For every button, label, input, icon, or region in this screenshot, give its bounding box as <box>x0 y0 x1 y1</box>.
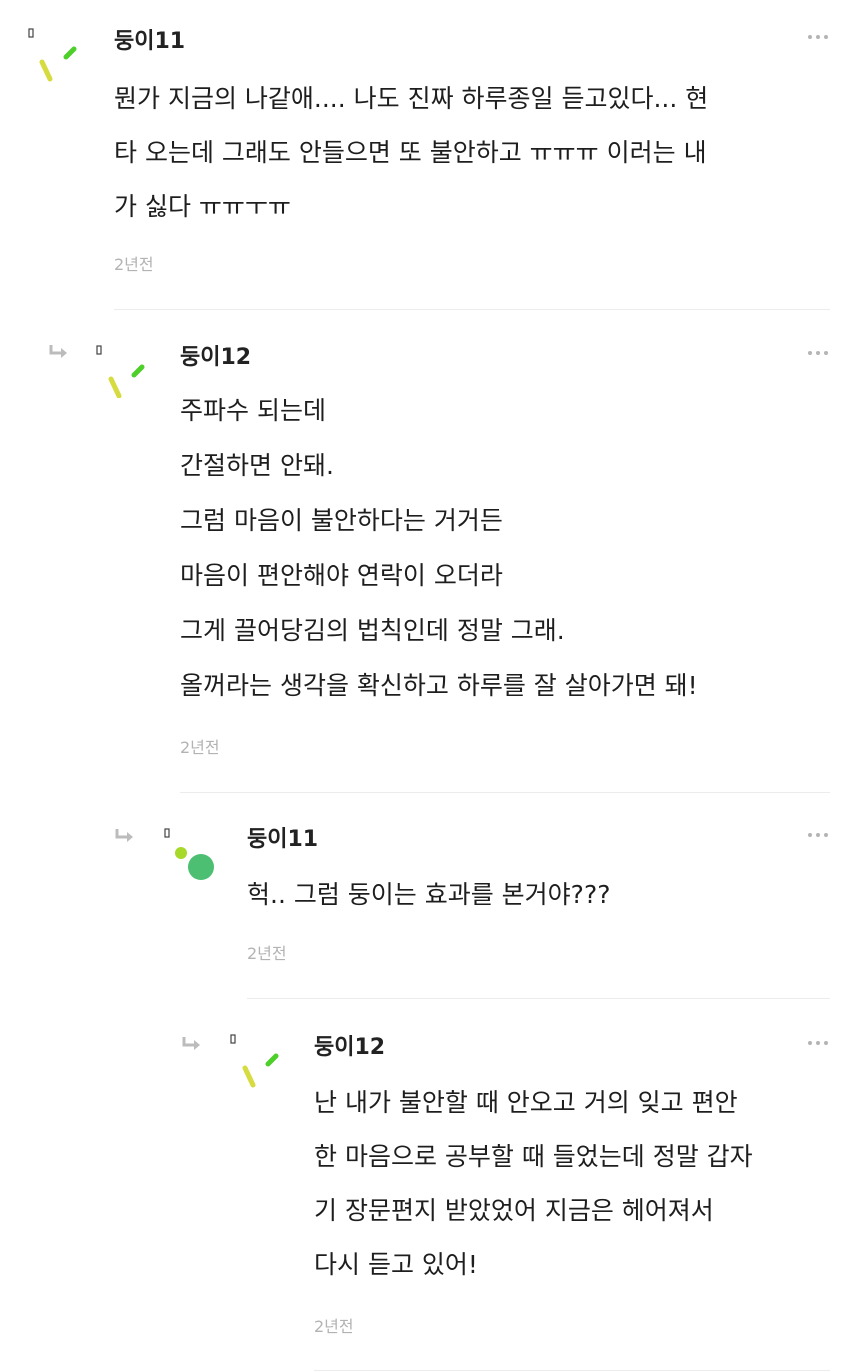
comment-text: 난 내가 불안할 때 안오고 거의 잊고 편안 한 마음으로 공부할 때 들었는… <box>314 1088 753 1279</box>
reply-arrow-icon <box>48 344 70 360</box>
more-options-icon[interactable] <box>808 349 830 357</box>
stick-avatar-icon <box>230 1034 279 1088</box>
comment-text: 뭔가 지금의 나같애.... 나도 진짜 하루종일 듣고있다... 현 타 오는… <box>114 84 709 221</box>
reply-arrow-icon <box>181 1036 203 1052</box>
comment-item: 둥이11 뭔가 지금의 나같애.... 나도 진짜 하루종일 듣고있다... 현… <box>0 0 850 312</box>
more-options-icon[interactable] <box>808 1039 830 1047</box>
comment-timestamp: 2년전 <box>114 255 154 274</box>
comment-text: 헉.. 그럼 둥이는 효과를 본거야??? <box>247 880 611 909</box>
divider <box>314 1370 830 1371</box>
comment-author[interactable]: 둥이11 <box>247 827 318 853</box>
reply-item: 둥이12 난 내가 불안할 때 안오고 거의 잊고 편안 한 마음으로 공부할 … <box>0 1000 850 1372</box>
avatar[interactable] <box>160 826 216 882</box>
comment-timestamp: 2년전 <box>180 738 220 757</box>
comment-author[interactable]: 둥이11 <box>114 29 185 55</box>
comment-author[interactable]: 둥이12 <box>180 345 251 371</box>
comment-timestamp: 2년전 <box>314 1317 354 1336</box>
avatar[interactable] <box>26 26 82 82</box>
reply-arrow-icon <box>114 828 136 844</box>
stick-avatar-icon <box>28 28 77 82</box>
dot-avatar-icon <box>164 828 214 880</box>
stick-avatar-icon <box>96 345 145 398</box>
divider <box>114 309 830 310</box>
avatar[interactable] <box>92 342 148 398</box>
more-options-icon[interactable] <box>808 831 830 839</box>
avatar[interactable] <box>226 1032 282 1088</box>
comment-timestamp: 2년전 <box>247 944 287 963</box>
comment-text: 주파수 되는데 간절하면 안돼. 그럼 마음이 불안하다는 거거든 마음이 편안… <box>180 396 698 700</box>
reply-item: 둥이11 헉.. 그럼 둥이는 효과를 본거야??? 2년전 <box>0 794 850 1000</box>
divider <box>247 998 830 999</box>
divider <box>180 792 830 793</box>
comment-author[interactable]: 둥이12 <box>314 1035 385 1061</box>
more-options-icon[interactable] <box>808 33 830 41</box>
reply-item: 둥이12 주파수 되는데 간절하면 안돼. 그럼 마음이 불안하다는 거거든 마… <box>0 312 850 794</box>
